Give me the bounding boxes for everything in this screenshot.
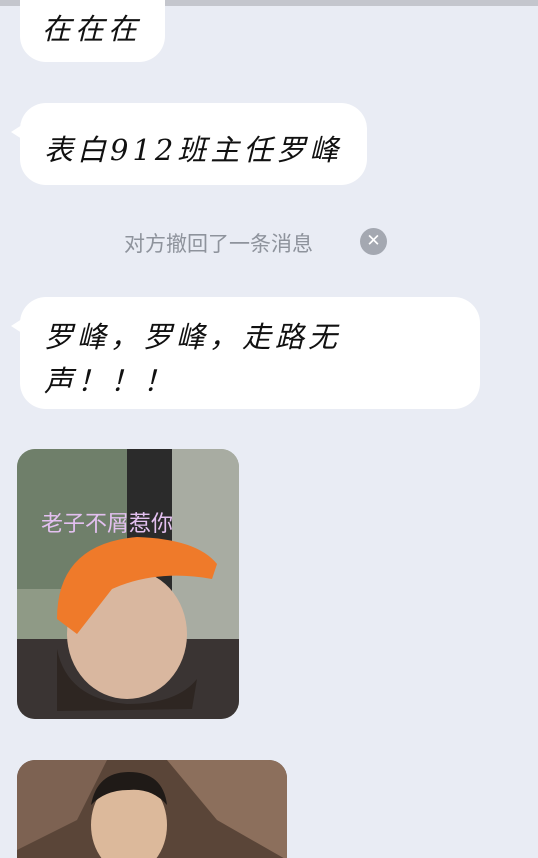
bubble-tail xyxy=(11,317,25,335)
recall-notice: 对方撤回了一条消息 xyxy=(124,232,313,256)
bubble-tail xyxy=(11,123,25,141)
sticker-illustration xyxy=(17,760,287,858)
sticker-image[interactable] xyxy=(17,760,287,858)
message-bubble[interactable]: 在在在 xyxy=(20,0,165,62)
close-circle-icon[interactable]: ✕ xyxy=(360,228,387,255)
message-text: 表白912班主任罗峰 xyxy=(44,133,343,167)
message-text: 在在在 xyxy=(42,12,142,46)
sticker-illustration: 老子不屑惹你 xyxy=(17,449,239,719)
chat-view: 在在在 表白912班主任罗峰 对方撤回了一条消息 ✕ 罗峰，罗峰，走路无声！！！… xyxy=(0,0,538,858)
message-bubble[interactable]: 罗峰，罗峰，走路无声！！！ xyxy=(11,297,480,409)
sticker-image[interactable]: 老子不屑惹你 xyxy=(17,449,239,719)
message-bubble[interactable]: 表白912班主任罗峰 xyxy=(11,103,367,185)
message-text: 罗峰，罗峰，走路无声！！！ xyxy=(44,320,342,398)
sticker-caption: 老子不屑惹你 xyxy=(41,512,173,537)
